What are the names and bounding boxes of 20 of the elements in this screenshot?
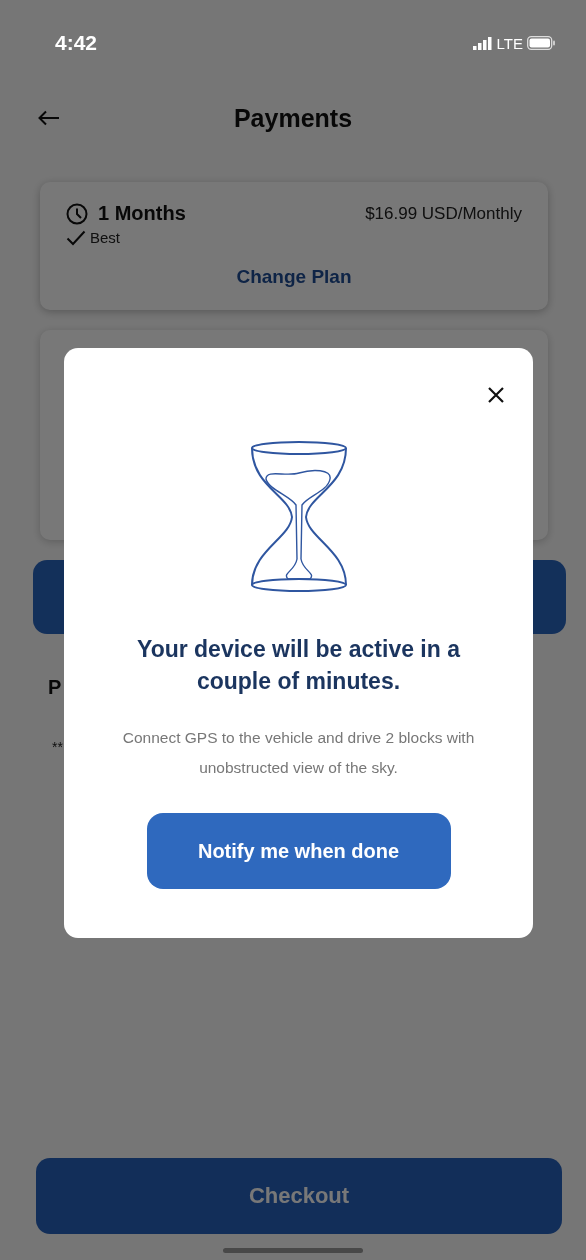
best-label: Best <box>90 229 120 246</box>
back-arrow-icon[interactable] <box>38 110 60 126</box>
masked-card-number: ** <box>52 739 63 755</box>
hourglass-icon <box>249 441 348 593</box>
plan-price: $16.99 USD/Monthly <box>365 203 522 224</box>
change-plan-link[interactable]: Change Plan <box>236 266 352 288</box>
dialog-title: Your device will be active in a couple of minutes. <box>136 635 462 696</box>
signal-icon <box>472 36 493 50</box>
network-label: LTE <box>496 34 523 52</box>
close-icon <box>487 386 505 404</box>
section-title: P <box>48 676 62 699</box>
status-time: 4:42 <box>55 31 99 55</box>
page-title: Payments <box>233 103 353 133</box>
notify-button[interactable]: Notify me when done <box>146 813 451 889</box>
plan-duration: 1 Months <box>98 202 187 225</box>
checkout-button[interactable]: Checkout <box>36 1158 562 1234</box>
battery-icon <box>527 36 556 50</box>
clock-icon <box>66 202 88 225</box>
checkmark-icon <box>66 229 86 246</box>
dialog-message: Connect GPS to the vehicle and drive 2 blocks with unobstructed view of the sky. <box>121 728 476 778</box>
